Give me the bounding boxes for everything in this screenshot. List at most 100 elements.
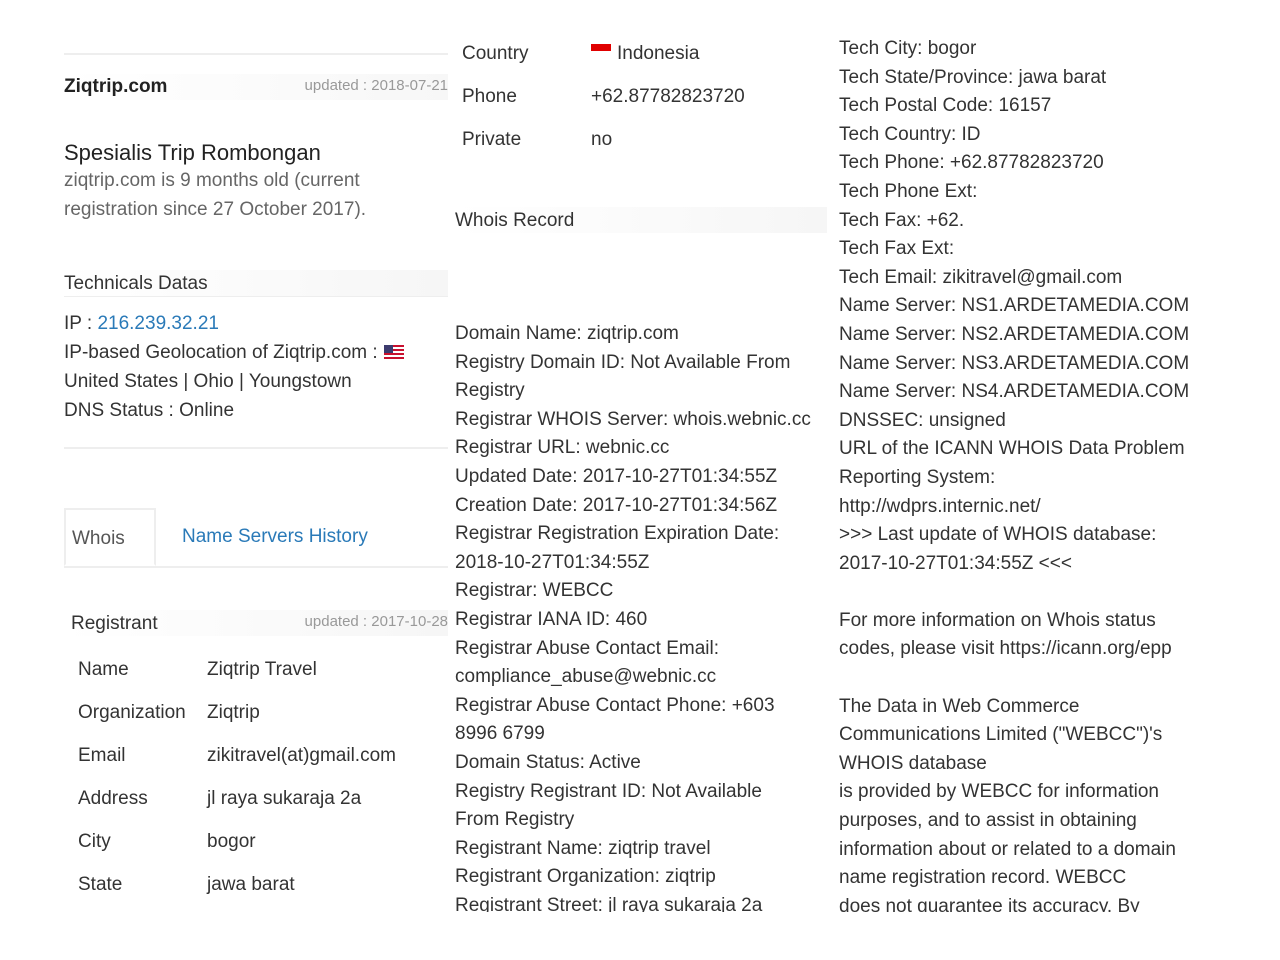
- whois-line: Registry: [455, 380, 525, 402]
- field-label: Phone: [462, 86, 517, 107]
- whois-line: Tech City: bogor: [839, 38, 977, 59]
- field-label: Address: [78, 788, 148, 809]
- whois-line: http://wdprs.internic.net/: [839, 495, 1041, 517]
- whois-line: DNSSEC: unsigned: [839, 409, 1006, 431]
- field-value: jawa barat: [207, 874, 295, 895]
- whois-line: Registrar Registration Expiration Date:: [455, 523, 780, 545]
- field-label: State: [78, 874, 123, 895]
- geolocation-label: IP-based Geolocation of Ziqtrip.com :: [64, 342, 378, 363]
- whois-tabs: Whois Name Servers History: [64, 508, 448, 568]
- whois-line: 2018-10-27T01:34:55Z: [455, 551, 650, 573]
- site-title: Ziqtrip.com: [64, 76, 168, 97]
- dns-status: DNS Status : Online: [64, 400, 235, 421]
- whois-line: Name Server: NS2.ARDETAMEDIA.COM: [839, 323, 1190, 345]
- whois-line: Registrar: WEBCC: [455, 580, 614, 602]
- whois-line: Registrar IANA ID: 460: [455, 608, 648, 630]
- whois-line: From Registry: [455, 809, 575, 831]
- ip-link[interactable]: 216.239.32.21: [97, 313, 219, 334]
- field-label: Email: [78, 745, 126, 766]
- whois-line: Registry Registrant ID: Not Available: [455, 780, 762, 802]
- whois-line: Name Server: NS3.ARDETAMEDIA.COM: [839, 352, 1190, 374]
- whois-line: Registrar Abuse Contact Phone: +603: [455, 694, 775, 716]
- field-label: Name: [78, 659, 129, 680]
- field-label: City: [78, 831, 111, 852]
- field-label: Country: [462, 43, 529, 64]
- whois-line: Registrar WHOIS Server: whois.webnic.cc: [455, 408, 811, 430]
- us-flag-icon: [383, 345, 404, 359]
- whois-line: Tech State/Province: jawa barat: [839, 66, 1107, 88]
- whois-line: information about or related to a domain: [839, 838, 1176, 860]
- whois-line: Tech Phone Ext:: [839, 180, 978, 202]
- registrant-heading-label: Registrant: [71, 613, 158, 634]
- technicals-heading: Technicals Datas: [64, 270, 448, 296]
- whois-line: Registrant Name: ziqtrip travel: [455, 837, 711, 859]
- whois-line: Creation Date: 2017-10-27T01:34:56Z: [455, 494, 778, 516]
- whois-line: purposes, and to assist in obtaining: [839, 810, 1137, 832]
- divider: [64, 447, 448, 449]
- whois-line: does not guarantee its accuracy. By: [839, 895, 1140, 912]
- whois-line: Updated Date: 2017-10-27T01:34:55Z: [455, 465, 778, 487]
- whois-line: Tech Phone: +62.87782823720: [839, 152, 1104, 174]
- field-value: Ziqtrip Travel: [207, 659, 317, 680]
- whois-line: >>> Last update of WHOIS database:: [839, 524, 1157, 546]
- whois-record-column: Country Indonesia Phone +62.87782823720 …: [455, 0, 827, 912]
- whois-line: WHOIS database: [839, 752, 987, 774]
- whois-line: name registration record. WEBCC: [839, 867, 1127, 889]
- whois-line: Reporting System:: [839, 466, 996, 488]
- tab-name-servers-history[interactable]: Name Servers History: [182, 508, 368, 566]
- whois-line: Tech Fax Ext:: [839, 238, 955, 260]
- whois-record-text: Domain Name: ziqtrip.com Registry Domain …: [455, 320, 811, 912]
- whois-line: [839, 578, 1189, 607]
- whois-line: Tech Fax: +62.: [839, 209, 965, 231]
- whois-record-heading: Whois Record: [455, 207, 827, 233]
- whois-line: Registrar URL: webnic.cc: [455, 437, 670, 459]
- divider: [64, 296, 448, 297]
- ip-line: IP : 216.239.32.21: [64, 309, 404, 338]
- field-value: +62.87782823720: [591, 86, 745, 107]
- domain-summary-column: Ziqtrip.com updated : 2018-07-21 Spesial…: [64, 0, 448, 960]
- whois-line: Registrar Abuse Contact Email:: [455, 637, 720, 659]
- field-value: Ziqtrip: [207, 702, 260, 723]
- whois-line: Communications Limited ("WEBCC")'s: [839, 724, 1163, 746]
- whois-line: Name Server: NS1.ARDETAMEDIA.COM: [839, 295, 1190, 317]
- whois-line: For more information on Whois status: [839, 609, 1156, 631]
- whois-line: 2017-10-27T01:34:55Z <<<: [839, 552, 1072, 574]
- indonesia-flag-icon: [591, 44, 611, 58]
- whois-line: URL of the ICANN WHOIS Data Problem: [839, 438, 1185, 460]
- whois-line: codes, please visit https://icann.org/ep…: [839, 638, 1172, 660]
- field-value: Indonesia: [591, 43, 699, 65]
- whois-line: [839, 664, 1189, 693]
- geolocation-value: United States | Ohio | Youngstown: [64, 371, 352, 392]
- site-tagline: Spesialis Trip Rombongan: [64, 140, 321, 165]
- site-header: Ziqtrip.com updated : 2018-07-21: [64, 74, 448, 100]
- whois-record-heading-label: Whois Record: [455, 210, 575, 231]
- registrant-updated-date: updated : 2017-10-28: [304, 613, 448, 630]
- technicals-info: IP : 216.239.32.21 IP-based Geolocation …: [64, 309, 404, 425]
- field-label: Organization: [78, 702, 186, 723]
- whois-line: Domain Status: Active: [455, 751, 641, 773]
- whois-line: is provided by WEBCC for information: [839, 781, 1159, 803]
- whois-line: Tech Postal Code: 16157: [839, 95, 1052, 117]
- site-updated-date: updated : 2018-07-21: [304, 77, 448, 94]
- field-value: bogor: [207, 831, 256, 852]
- whois-record-text-continued: Tech City: bogor Tech State/Province: jaw…: [839, 35, 1189, 912]
- ip-label: IP :: [64, 313, 93, 334]
- whois-line: Registrant Organization: ziqtrip: [455, 866, 716, 888]
- whois-line: Domain Name: ziqtrip.com: [455, 323, 679, 344]
- whois-line: Name Server: NS4.ARDETAMEDIA.COM: [839, 381, 1190, 403]
- whois-line: 8996 6799: [455, 723, 545, 745]
- field-value: zikitravel(at)gmail.com: [207, 745, 396, 766]
- tab-whois[interactable]: Whois: [64, 508, 156, 566]
- whois-line: The Data in Web Commerce: [839, 695, 1080, 717]
- whois-line: Registrant Street: jl raya sukaraja 2a: [455, 894, 763, 912]
- whois-line: Tech Email: zikitravel@gmail.com: [839, 266, 1123, 288]
- whois-line: compliance_abuse@webnic.cc: [455, 666, 717, 688]
- field-label: Private: [462, 129, 522, 150]
- whois-line: Tech Country: ID: [839, 123, 981, 145]
- domain-age-line: registration since 27 October 2017).: [64, 199, 367, 220]
- field-value: no: [591, 129, 613, 150]
- whois-record-continued-column: Tech City: bogor Tech State/Province: jaw…: [839, 0, 1219, 912]
- domain-age-line: ziqtrip.com is 9 months old (current: [64, 170, 360, 191]
- divider: [64, 53, 448, 55]
- field-value: jl raya sukaraja 2a: [207, 788, 362, 809]
